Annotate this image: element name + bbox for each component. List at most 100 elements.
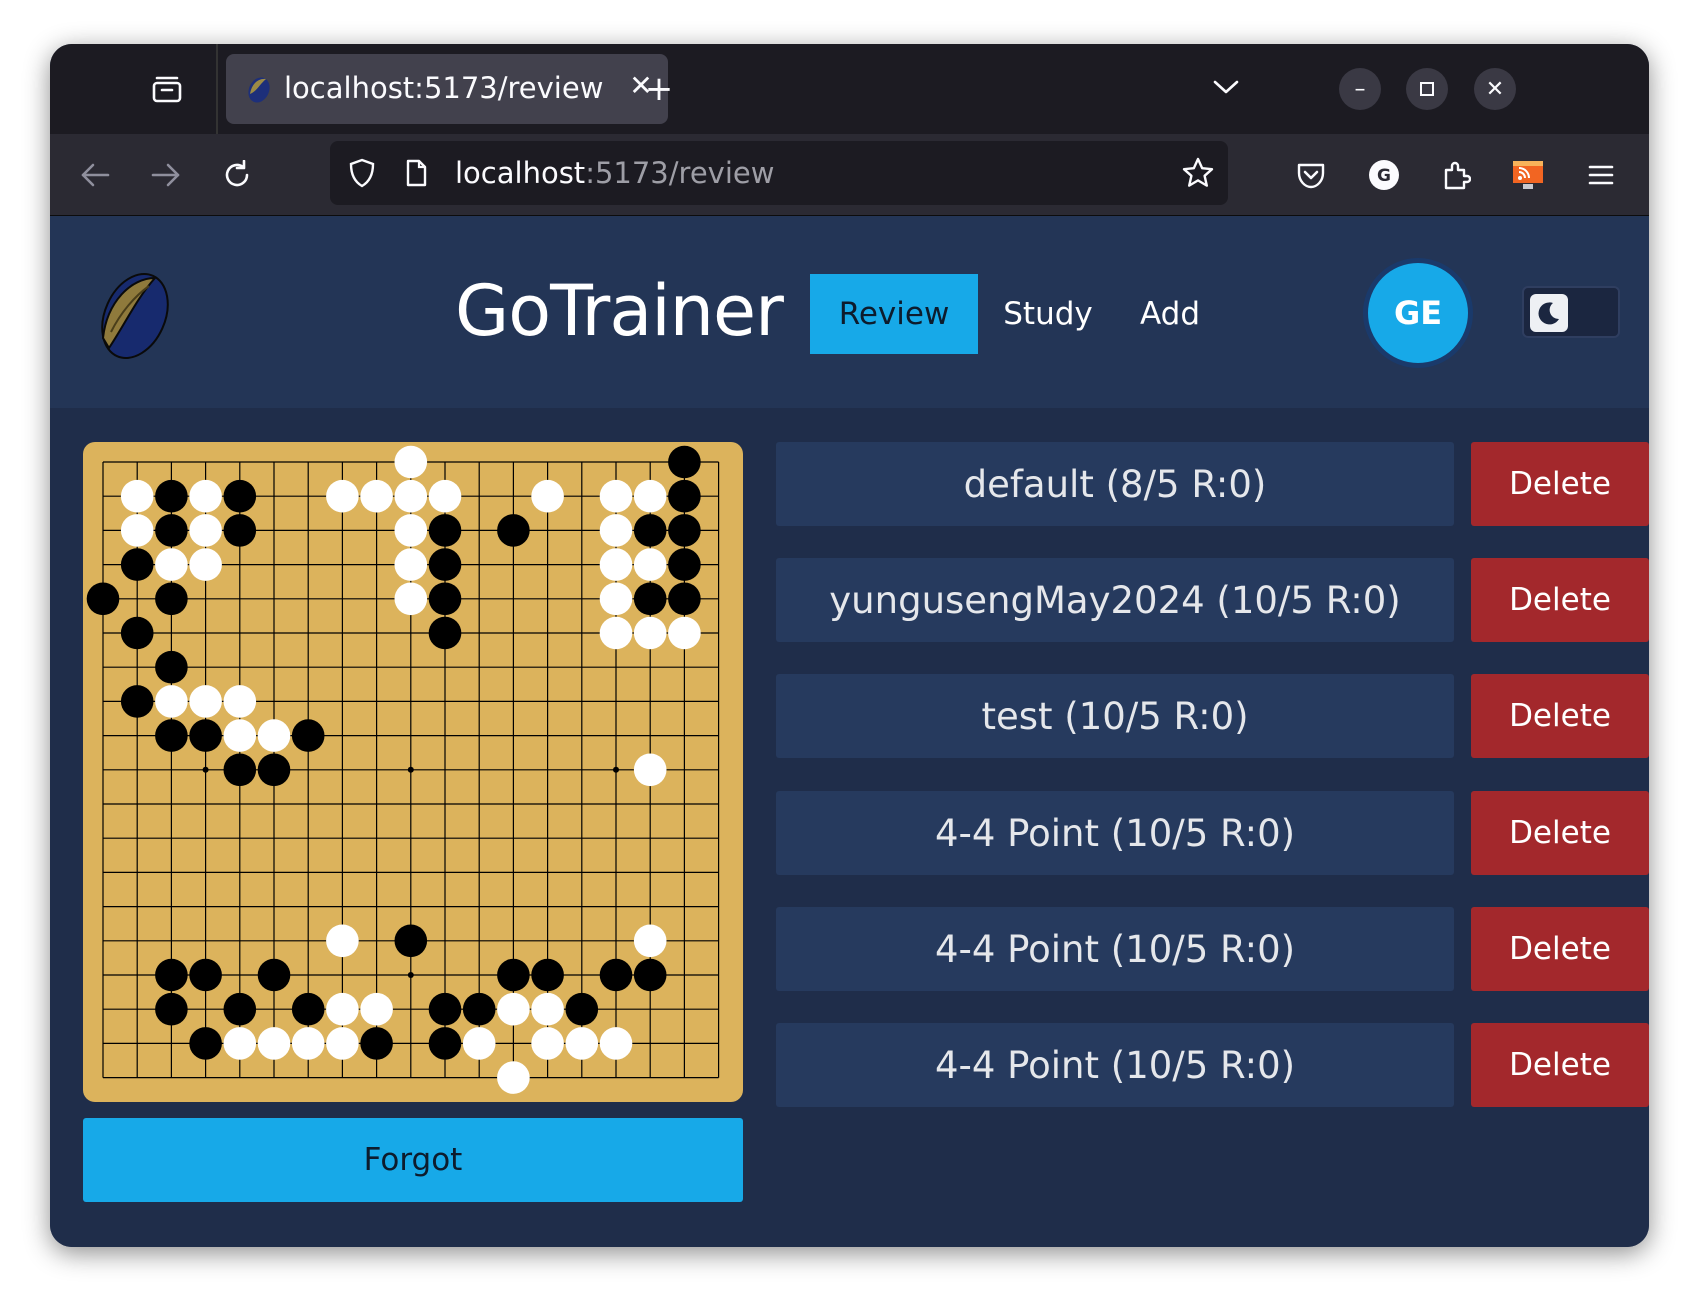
black-stone[interactable] — [633, 514, 667, 547]
address-bar[interactable]: localhost:5173/review — [330, 141, 1228, 205]
black-stone[interactable] — [668, 514, 701, 547]
black-stone[interactable] — [120, 548, 154, 581]
white-stone[interactable] — [633, 479, 667, 513]
feed-screen-icon[interactable] — [1505, 152, 1551, 198]
white-stone[interactable] — [223, 719, 257, 752]
black-stone[interactable] — [155, 719, 188, 752]
white-stone[interactable] — [155, 548, 188, 581]
deck-item[interactable]: default (8/5 R:0) — [776, 442, 1454, 526]
minimize-icon[interactable]: – — [1339, 68, 1381, 110]
white-stone[interactable] — [326, 1027, 359, 1060]
black-stone[interactable] — [223, 514, 257, 547]
white-stone[interactable] — [394, 582, 428, 616]
white-stone[interactable] — [394, 514, 428, 547]
theme-toggle[interactable] — [1522, 286, 1620, 338]
black-stone[interactable] — [291, 719, 325, 752]
white-stone[interactable] — [223, 1027, 257, 1060]
white-stone[interactable] — [326, 479, 359, 513]
white-stone[interactable] — [599, 514, 633, 547]
tab-review[interactable]: localhost:5173/review ✕ — [226, 54, 668, 124]
tab-overview-icon[interactable] — [146, 68, 188, 110]
black-stone[interactable] — [155, 479, 188, 513]
delete-deck-button[interactable]: Delete — [1471, 791, 1649, 875]
black-stone[interactable] — [428, 616, 462, 650]
bookmark-star-icon[interactable] — [1178, 153, 1218, 193]
white-stone[interactable] — [531, 992, 564, 1026]
reload-icon[interactable] — [214, 152, 260, 198]
nav-add[interactable]: Add — [1122, 274, 1218, 354]
black-stone[interactable] — [189, 958, 222, 992]
delete-deck-button[interactable]: Delete — [1471, 674, 1649, 758]
white-stone[interactable] — [326, 924, 359, 958]
black-stone[interactable] — [155, 992, 188, 1026]
white-stone[interactable] — [120, 514, 154, 547]
deck-item[interactable]: test (10/5 R:0) — [776, 674, 1454, 758]
black-stone[interactable] — [633, 958, 667, 992]
white-stone[interactable] — [257, 719, 291, 752]
forgot-button[interactable]: Forgot — [83, 1118, 743, 1202]
white-stone[interactable] — [189, 685, 222, 718]
black-stone[interactable] — [155, 582, 188, 616]
white-stone[interactable] — [394, 445, 428, 479]
grammarly-icon[interactable]: G — [1361, 152, 1407, 198]
white-stone[interactable] — [633, 616, 667, 650]
white-stone[interactable] — [189, 514, 222, 547]
go-board[interactable] — [83, 442, 743, 1102]
black-stone[interactable] — [360, 1027, 393, 1060]
menu-icon[interactable] — [1578, 152, 1624, 198]
white-stone[interactable] — [257, 1027, 291, 1060]
black-stone[interactable] — [223, 753, 257, 787]
delete-deck-button[interactable]: Delete — [1471, 558, 1649, 642]
black-stone[interactable] — [462, 992, 496, 1026]
white-stone[interactable] — [599, 616, 633, 650]
black-stone[interactable] — [189, 719, 222, 752]
white-stone[interactable] — [394, 479, 428, 513]
black-stone[interactable] — [155, 514, 188, 547]
nav-study[interactable]: Study — [988, 274, 1108, 354]
black-stone[interactable] — [257, 753, 291, 787]
black-stone[interactable] — [497, 514, 530, 547]
deck-item[interactable]: 4-4 Point (10/5 R:0) — [776, 1023, 1454, 1107]
close-window-icon[interactable]: ✕ — [1474, 68, 1516, 110]
white-stone[interactable] — [531, 1027, 564, 1060]
white-stone[interactable] — [120, 479, 154, 513]
black-stone[interactable] — [428, 992, 462, 1026]
black-stone[interactable] — [223, 992, 257, 1026]
extensions-icon[interactable] — [1433, 152, 1479, 198]
delete-deck-button[interactable]: Delete — [1471, 1023, 1649, 1107]
white-stone[interactable] — [360, 479, 393, 513]
deck-item[interactable]: yungusengMay2024 (10/5 R:0) — [776, 558, 1454, 642]
white-stone[interactable] — [291, 1027, 325, 1060]
black-stone[interactable] — [428, 582, 462, 616]
black-stone[interactable] — [155, 650, 188, 684]
black-stone[interactable] — [668, 548, 701, 581]
white-stone[interactable] — [599, 479, 633, 513]
white-stone[interactable] — [360, 992, 393, 1026]
list-all-tabs-icon[interactable] — [1205, 66, 1247, 108]
go-board-svg[interactable] — [83, 442, 743, 1102]
new-tab-icon[interactable]: + — [638, 68, 680, 110]
user-avatar[interactable]: GE — [1363, 258, 1473, 368]
black-stone[interactable] — [155, 958, 188, 992]
white-stone[interactable] — [565, 1027, 599, 1060]
black-stone[interactable] — [668, 479, 701, 513]
app-title[interactable]: GoTrainer — [455, 270, 784, 352]
black-stone[interactable] — [223, 479, 257, 513]
black-stone[interactable] — [428, 514, 462, 547]
maximize-icon[interactable] — [1406, 68, 1448, 110]
delete-deck-button[interactable]: Delete — [1471, 442, 1649, 526]
white-stone[interactable] — [633, 548, 667, 581]
delete-deck-button[interactable]: Delete — [1471, 907, 1649, 991]
black-stone[interactable] — [668, 445, 701, 479]
pocket-icon[interactable] — [1288, 152, 1334, 198]
black-stone[interactable] — [120, 616, 154, 650]
nav-review[interactable]: Review — [810, 274, 978, 354]
black-stone[interactable] — [633, 582, 667, 616]
white-stone[interactable] — [394, 548, 428, 581]
white-stone[interactable] — [668, 616, 701, 650]
white-stone[interactable] — [155, 685, 188, 718]
white-stone[interactable] — [599, 582, 633, 616]
white-stone[interactable] — [633, 753, 667, 787]
white-stone[interactable] — [599, 548, 633, 581]
shield-icon[interactable] — [342, 153, 382, 193]
